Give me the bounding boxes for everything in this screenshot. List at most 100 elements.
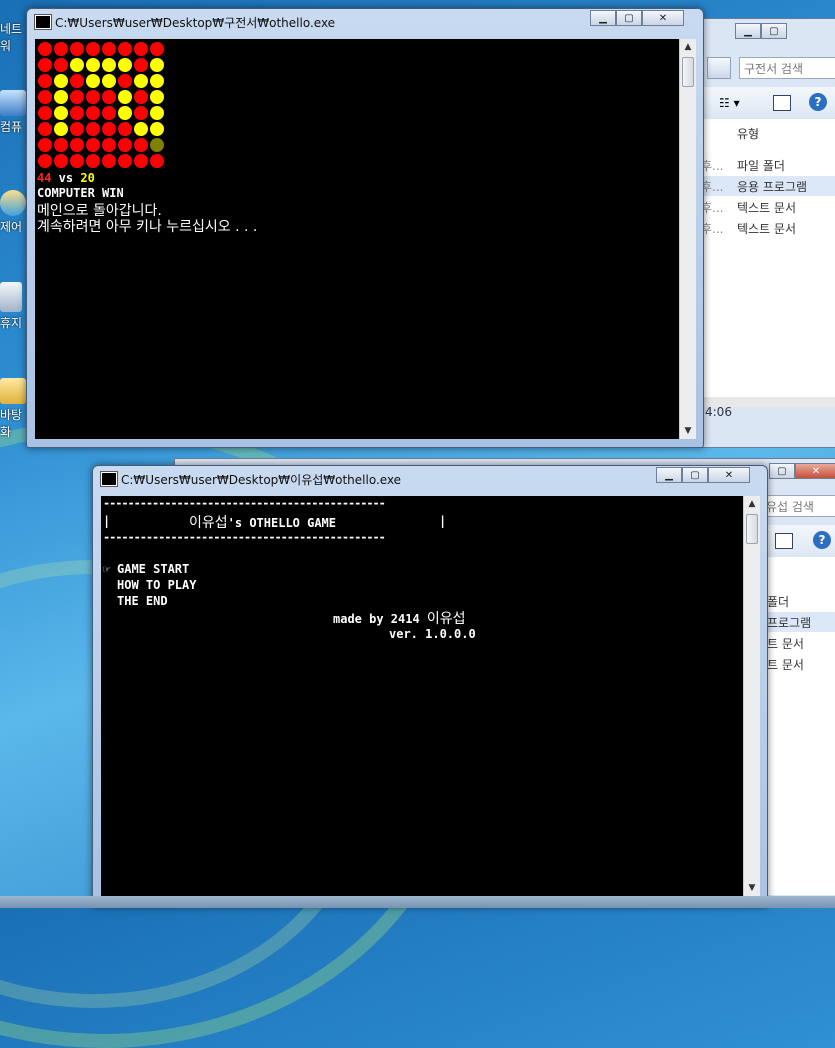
board-disc [102, 74, 116, 88]
board-disc [134, 154, 148, 168]
recycle-bin-icon [0, 282, 22, 312]
console-window-game-result[interactable]: C:₩Users₩user₩Desktop₩구전서₩othello.exe ▁ … [26, 8, 704, 448]
board-disc [150, 42, 164, 56]
list-item[interactable]: 후... 텍스트 문서 [701, 218, 835, 238]
board-disc [54, 106, 68, 120]
board-disc [134, 74, 148, 88]
console-app-icon [35, 15, 51, 29]
maximize-icon[interactable]: ▢ [682, 467, 708, 483]
desktop-icon-network-label: 네트워 [0, 22, 23, 53]
board-disc [150, 154, 164, 168]
board-disc [86, 138, 100, 152]
window-title: C:₩Users₩user₩Desktop₩이유섭₩othello.exe [121, 473, 402, 487]
preview-pane-icon[interactable] [773, 95, 791, 111]
board-disc [38, 74, 52, 88]
board-disc [102, 122, 116, 136]
close-icon[interactable]: ✕ [708, 467, 750, 483]
board-disc [102, 42, 116, 56]
desktop-icon-folder-label: 바탕화 [0, 408, 23, 439]
help-icon[interactable]: ? [813, 531, 831, 549]
board-disc [150, 58, 164, 72]
explorer-top-nav-button[interactable] [707, 57, 731, 79]
list-item[interactable]: 폴더 [761, 591, 835, 611]
score-red: 44 [37, 171, 52, 185]
list-item[interactable]: 후... 파일 폴더 [701, 155, 835, 175]
maximize-icon[interactable]: ▢ [761, 23, 787, 39]
board-disc [86, 42, 100, 56]
menu-pointer-icon: ☞ [103, 562, 111, 576]
explorer-bottom-toolbar: ? [761, 525, 835, 557]
board-disc [102, 154, 116, 168]
console-scrollbar[interactable]: ▲ ▼ [743, 496, 760, 896]
minimize-icon[interactable]: ▁ [735, 23, 761, 39]
board-disc [134, 122, 148, 136]
board-disc [38, 90, 52, 104]
menu-item-game-start[interactable]: GAME START [117, 562, 189, 576]
list-item[interactable]: 트 문서 [761, 633, 835, 653]
credit-line: made by 2414 이유섭 [333, 608, 466, 628]
close-icon[interactable]: ✕ [795, 463, 835, 479]
desktop-icon-recycle-bin-label: 휴지 [0, 316, 23, 330]
board-disc [86, 154, 100, 168]
console-window-main-menu[interactable]: C:₩Users₩user₩Desktop₩이유섭₩othello.exe ▁ … [92, 465, 768, 907]
board-disc [70, 74, 84, 88]
explorer-top-search-box[interactable]: 구전서 검색 [739, 57, 835, 79]
scroll-thumb[interactable] [746, 514, 758, 544]
board-disc [150, 74, 164, 88]
explorer-top-content: ☷ ▾ ? 유형 후... 파일 폴더 후... 응용 프로그램 후... 텍스… [701, 87, 835, 407]
explorer-bottom-search-box[interactable]: 유섭 검색 [761, 495, 835, 517]
board-disc [86, 58, 100, 72]
scroll-down-icon[interactable]: ▼ [744, 880, 760, 896]
menu-item-how-to-play[interactable]: HOW TO PLAY [117, 578, 196, 592]
preview-pane-icon[interactable] [775, 533, 793, 549]
maximize-icon[interactable]: ▢ [616, 10, 642, 26]
maximize-icon[interactable]: ▢ [769, 463, 795, 479]
scroll-up-icon[interactable]: ▲ [744, 496, 760, 512]
scroll-up-icon[interactable]: ▲ [680, 39, 696, 55]
board-disc [86, 74, 100, 88]
board-disc [102, 90, 116, 104]
explorer-top-column-type[interactable]: 유형 [737, 125, 759, 142]
menu-border-bottom: ----------------------------------------… [103, 530, 386, 544]
console-app-icon [101, 472, 117, 486]
minimize-icon[interactable]: ▁ [656, 467, 682, 483]
explorer-top-toolbar: ☷ ▾ ? [701, 87, 835, 119]
menu-header-title: 이유섭's OTHELLO GAME [189, 512, 336, 532]
scroll-down-icon[interactable]: ▼ [680, 423, 696, 439]
list-item[interactable]: 후... 응용 프로그램 [701, 176, 835, 196]
board-disc [118, 106, 132, 120]
board-disc [70, 138, 84, 152]
console-scrollbar[interactable]: ▲ ▼ [679, 39, 696, 439]
board-disc [118, 42, 132, 56]
board-disc [38, 138, 52, 152]
help-icon[interactable]: ? [809, 93, 827, 111]
view-options-icon[interactable]: ☷ ▾ [719, 96, 740, 110]
score-yellow: 20 [80, 171, 95, 185]
board-disc [54, 90, 68, 104]
board-disc [70, 90, 84, 104]
list-item[interactable]: 후... 텍스트 문서 [701, 197, 835, 217]
desktop-icon-control-panel-label: 제어 [0, 220, 23, 234]
board-disc [134, 90, 148, 104]
list-item[interactable]: 트 문서 [761, 654, 835, 674]
close-icon[interactable]: ✕ [642, 10, 684, 26]
board-disc [54, 58, 68, 72]
menu-item-the-end[interactable]: THE END [117, 594, 168, 608]
board-disc [102, 106, 116, 120]
board-disc [118, 90, 132, 104]
list-item[interactable]: 프로그램 [761, 612, 835, 632]
explorer-top-details-time: 4:06 [705, 405, 732, 419]
board-disc [118, 122, 132, 136]
board-disc [134, 138, 148, 152]
board-disc [38, 154, 52, 168]
board-disc [70, 106, 84, 120]
scroll-thumb[interactable] [682, 57, 694, 87]
desktop-icon-computer-label: 컴퓨 [0, 120, 23, 134]
board-disc [86, 106, 100, 120]
board-disc [86, 122, 100, 136]
explorer-bottom-content: ? 폴더 프로그램 트 문서 트 문서 [761, 525, 835, 895]
board-disc [38, 42, 52, 56]
minimize-icon[interactable]: ▁ [590, 10, 616, 26]
computer-icon [0, 90, 26, 116]
board-disc [54, 154, 68, 168]
